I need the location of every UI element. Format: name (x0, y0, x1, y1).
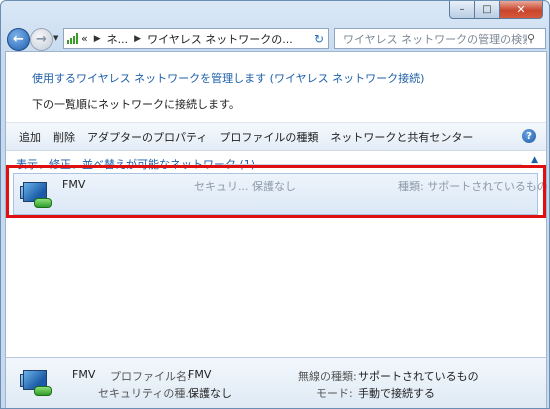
profile-types-button[interactable]: プロファイルの種類 (219, 129, 318, 145)
remove-button[interactable]: 削除 (53, 129, 75, 145)
help-icon[interactable]: ? (522, 129, 536, 143)
network-sharing-center-button[interactable]: ネットワークと共有センター (330, 129, 473, 145)
profile-name-value: FMV (188, 368, 212, 381)
profile-name-label: プロファイル名: (110, 370, 191, 383)
recent-pages-dropdown[interactable]: ▼ (53, 34, 58, 42)
maximize-button[interactable]: □ (475, 1, 500, 19)
collapse-icon[interactable]: ▲ (531, 155, 538, 165)
arrow-right-icon: → (36, 32, 47, 47)
window: – □ ✕ ← → ▼ « ▶ ネ... ▶ ワイヤレス ネットワークの... … (0, 0, 550, 409)
breadcrumb-overflow[interactable]: « (81, 32, 88, 45)
radio-type-value: サポートされているもの (358, 370, 479, 383)
mode-value: 手動で接続する (358, 387, 435, 400)
mode-label: モード: (316, 387, 353, 400)
arrow-left-icon: ← (13, 32, 24, 47)
window-controls: – □ ✕ (449, 1, 543, 19)
address-bar[interactable]: « ▶ ネ... ▶ ワイヤレス ネットワークの... ▼ (63, 28, 321, 49)
details-pane: FMV プロファイル名: FMV セキュリティの種... 保護なし 無線の種類:… (6, 357, 546, 408)
adapter-properties-button[interactable]: アダプターのプロパティ (87, 129, 207, 145)
breadcrumb-separator-icon[interactable]: ▶ (134, 34, 141, 44)
refresh-icon: ↻ (313, 31, 325, 46)
navigation-bar: ← → ▼ « ▶ ネ... ▶ ワイヤレス ネットワークの... ▼ ↻ ワイ… (1, 25, 549, 51)
highlight-frame (6, 165, 546, 218)
radio-type-label: 無線の種類: (298, 370, 357, 383)
network-computer-icon (20, 368, 52, 396)
details-network-name: FMV (72, 368, 96, 381)
search-icon[interactable]: ⚲ (527, 32, 541, 45)
main-content: 使用するワイヤレス ネットワークを管理します (ワイヤレス ネットワーク接続) … (5, 51, 548, 408)
security-type-value: 保護なし (188, 387, 232, 400)
page-description: 下の一覧順にネットワークに接続します。 (32, 98, 240, 111)
title-bar: – □ ✕ (1, 1, 549, 23)
network-bars-icon (67, 33, 78, 44)
search-box[interactable]: ワイヤレス ネットワークの管理の検索 ⚲ (334, 28, 546, 49)
command-bar: 追加 削除 アダプターのプロパティ プロファイルの種類 ネットワークと共有センタ… (6, 122, 546, 151)
refresh-button[interactable]: ↻ (310, 28, 329, 49)
page-title: 使用するワイヤレス ネットワークを管理します (ワイヤレス ネットワーク接続) (32, 72, 425, 85)
search-input[interactable]: ワイヤレス ネットワークの管理の検索 (343, 31, 527, 47)
breadcrumb-separator-icon[interactable]: ▶ (94, 34, 101, 44)
minimize-button[interactable]: – (449, 1, 475, 19)
breadcrumb-network[interactable]: ネ... (107, 31, 129, 47)
add-button[interactable]: 追加 (19, 129, 41, 145)
security-type-label: セキュリティの種... (98, 387, 196, 400)
back-button[interactable]: ← (7, 28, 30, 51)
breadcrumb-wireless[interactable]: ワイヤレス ネットワークの... (147, 31, 293, 47)
close-button[interactable]: ✕ (500, 1, 543, 19)
forward-button[interactable]: → (30, 28, 53, 51)
